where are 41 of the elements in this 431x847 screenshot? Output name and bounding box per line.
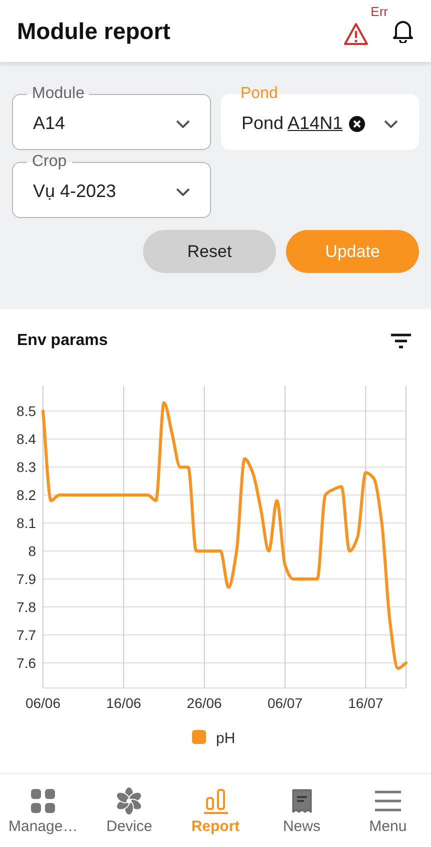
nav-tab[interactable]: Device: [86, 774, 172, 847]
chevron-down-icon: [176, 188, 190, 196]
y-tick-label: 7.6: [16, 654, 36, 671]
field-value: A14: [33, 112, 66, 135]
y-tick-label: 7.8: [16, 598, 36, 615]
y-tick-label: 8.1: [16, 515, 36, 532]
legend-swatch: [192, 730, 206, 744]
x-tick-label: 06/06: [25, 695, 61, 711]
chevron-down-icon: [384, 120, 398, 128]
x-tick-label: 26/06: [186, 695, 222, 711]
field-label: Module: [31, 84, 86, 104]
warning-icon[interactable]: [342, 22, 369, 46]
card-title: Env params: [17, 331, 108, 351]
y-tick-label: 8.2: [16, 487, 36, 504]
y-tick-label: 8: [28, 542, 36, 559]
select-field[interactable]: Module A14: [12, 84, 210, 150]
y-tick-label: 7.9: [16, 570, 36, 587]
x-tick-label: 16/06: [106, 695, 142, 711]
field-label: Crop: [31, 152, 68, 172]
y-tick-label: 7.7: [16, 626, 36, 643]
filter-icon[interactable]: [390, 333, 412, 349]
nav-tab[interactable]: Menu: [344, 774, 431, 847]
page-title: Module report: [17, 16, 170, 46]
y-tick-label: 8.4: [16, 431, 36, 448]
nav-tab[interactable]: News: [258, 774, 345, 847]
nav-tab[interactable]: Manage…: [0, 774, 86, 847]
legend-label: pH: [216, 730, 236, 747]
y-tick-label: 8.5: [16, 403, 36, 420]
field-value: Pond A14N1: [242, 112, 343, 135]
chevron-down-icon: [176, 120, 190, 128]
x-tick-label: 16/07: [348, 695, 384, 711]
select-field[interactable]: Crop Vụ 4-2023: [12, 152, 210, 218]
field-value: Vụ 4-2023: [33, 180, 116, 203]
error-label: Err: [370, 3, 388, 21]
select-field[interactable]: Pond Pond A14N1: [220, 84, 419, 150]
reset-button[interactable]: Reset: [143, 230, 276, 273]
field-label: Pond: [240, 84, 279, 104]
bell-icon[interactable]: [392, 19, 414, 43]
clear-icon[interactable]: [348, 116, 365, 132]
x-tick-label: 06/07: [267, 695, 303, 711]
y-tick-label: 8.3: [16, 459, 36, 476]
